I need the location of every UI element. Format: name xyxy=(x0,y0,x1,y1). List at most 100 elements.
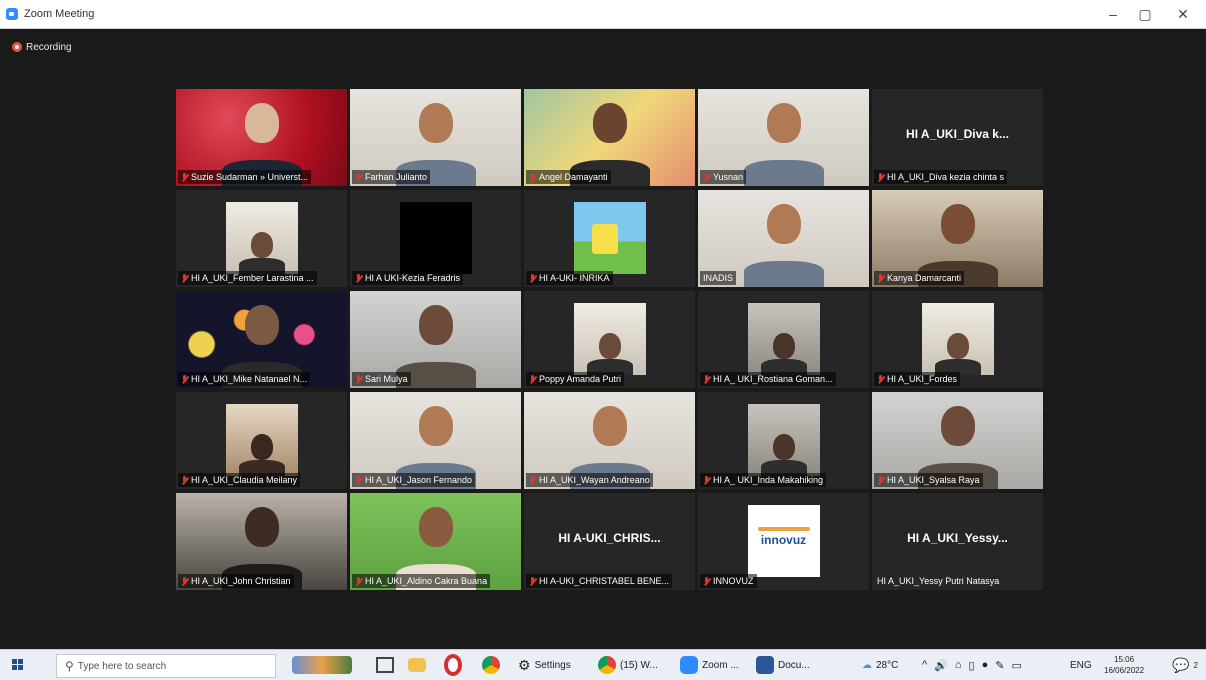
participant-tile[interactable]: HI A-UKI_CHRIS... HI A-UKI_CHRISTABEL BEN… xyxy=(524,493,695,590)
participant-name-tag: HI A_UKI_Wayan Andreano xyxy=(526,473,653,487)
participant-head xyxy=(250,232,273,258)
muted-mic-icon xyxy=(355,576,362,586)
participant-tile[interactable]: HI A_UKI_Claudia Meilany xyxy=(176,392,347,489)
participant-tile[interactable]: HI A-UKI- INRIKA xyxy=(524,190,695,287)
weather-temp: 28°C xyxy=(876,659,899,671)
participant-display-name: HI A-UKI_CHRIS... xyxy=(558,531,661,545)
participant-name: Sari Mulya xyxy=(365,374,408,384)
microphone-icon[interactable]: ● xyxy=(982,659,989,671)
opera-button[interactable] xyxy=(444,650,462,680)
muted-mic-icon xyxy=(529,576,536,586)
participant-tile[interactable]: INADIS xyxy=(698,190,869,287)
participant-tile[interactable]: HI A_UKI_Jason Fernando xyxy=(350,392,521,489)
participant-name-tag: HI A-UKI- INRIKA xyxy=(526,271,613,285)
participant-tile[interactable]: HI A_UKI_John Christian xyxy=(176,493,347,590)
participant-tile[interactable]: HI A UKI-Kezia Feradris xyxy=(350,190,521,287)
close-button[interactable]: ✕ xyxy=(1168,4,1198,24)
news-widget[interactable] xyxy=(292,650,352,680)
weather-icon: ☁ xyxy=(862,659,872,671)
participant-tile[interactable]: HI A_ UKI_Rostiana Goman... xyxy=(698,291,869,388)
participant-head xyxy=(418,406,453,446)
pen-icon[interactable]: ✎ xyxy=(995,659,1004,672)
participant-head xyxy=(940,204,975,244)
participant-name-tag: Yusnan xyxy=(700,170,747,184)
battery-icon[interactable]: ▯ xyxy=(969,659,975,672)
chrome-icon xyxy=(482,656,500,674)
taskbar-search[interactable]: ⚲ Type here to search xyxy=(56,654,276,678)
participant-tile[interactable]: HI A_UKI_Yessy... HI A_UKI_Yessy Putri Na… xyxy=(872,493,1043,590)
participant-tile[interactable]: Farhan Julianto xyxy=(350,89,521,186)
chevron-up-icon[interactable]: ^ xyxy=(922,659,927,671)
network-icon[interactable]: ⌂ xyxy=(955,659,962,671)
participant-name-tag: HI A_UKI_Claudia Meilany xyxy=(178,473,301,487)
participant-name-tag: INADIS xyxy=(700,271,737,285)
participant-display-name: HI A_UKI_Yessy... xyxy=(907,531,1008,545)
taskbar-clock[interactable]: 15:06 16/06/2022 xyxy=(1104,650,1144,680)
muted-mic-icon xyxy=(529,172,536,182)
participant-tile[interactable]: HI A_UKI_Mike Natanael N... xyxy=(176,291,347,388)
window-titlebar: Zoom Meeting – ▢ ✕ xyxy=(0,0,1206,29)
weather-widget[interactable]: ☁ 28°C xyxy=(862,650,898,680)
taskbar-app-word[interactable]: Docu... xyxy=(756,650,810,680)
system-tray[interactable]: ^ 🔊 ⌂ ▯ ● ✎ ▭ xyxy=(922,650,1022,680)
taskbar-app-zoom[interactable]: Zoom ... xyxy=(680,650,739,680)
participant-tile[interactable]: HI A_UKI_Wayan Andreano xyxy=(524,392,695,489)
participant-head xyxy=(244,305,279,345)
participant-name: Poppy Amanda Putri xyxy=(539,374,622,384)
participant-tile[interactable]: HI A_UKI_Syalsa Raya xyxy=(872,392,1043,489)
participant-tile[interactable]: innovuz INNOVUZ xyxy=(698,493,869,590)
participant-head xyxy=(598,333,621,359)
participant-name: INNOVUZ xyxy=(713,576,754,586)
participant-tile[interactable]: HI A_ UKI_Inda Makahiking xyxy=(698,392,869,489)
muted-mic-icon xyxy=(355,273,362,283)
start-button[interactable] xyxy=(12,650,24,680)
muted-mic-icon xyxy=(877,273,884,283)
taskbar-app-settings[interactable]: ⚙ Settings xyxy=(518,650,571,680)
participant-name: HI A_UKI_John Christian xyxy=(191,576,291,586)
logo-swoosh xyxy=(757,527,810,531)
participant-tile[interactable]: Kanya Damarcanti xyxy=(872,190,1043,287)
participant-head xyxy=(250,434,273,460)
restore-button[interactable]: ▢ xyxy=(1130,4,1160,24)
participant-name: Kanya Damarcanti xyxy=(887,273,962,283)
windows-taskbar: ⚲ Type here to search ⚙ Settings (15) W.… xyxy=(0,649,1206,680)
speaker-icon[interactable]: 🔊 xyxy=(934,659,948,672)
recording-indicator[interactable]: Recording xyxy=(12,40,72,54)
task-view-button[interactable] xyxy=(376,650,394,680)
participant-tile[interactable]: HI A_UKI_Aldino Cakra Buana xyxy=(350,493,521,590)
participant-name: HI A-UKI_CHRISTABEL BENE... xyxy=(539,576,670,586)
participant-head xyxy=(772,434,795,460)
participant-tile[interactable]: Angel Damayanti xyxy=(524,89,695,186)
participant-name: HI A_UKI_Wayan Andreano xyxy=(539,475,650,485)
muted-mic-icon xyxy=(877,172,884,182)
file-explorer-button[interactable] xyxy=(408,650,426,680)
participant-video xyxy=(747,404,820,476)
chrome-button[interactable] xyxy=(482,650,500,680)
participant-tile[interactable]: Yusnan xyxy=(698,89,869,186)
participant-name-tag: HI A_UKI_Fordes xyxy=(874,372,961,386)
task-view-icon xyxy=(376,657,394,673)
participant-tile[interactable]: Suzie Sudarman » Universt... xyxy=(176,89,347,186)
clock-time: 15:06 xyxy=(1114,655,1135,664)
minimize-button[interactable]: – xyxy=(1098,4,1128,24)
participant-tile[interactable]: HI A_UKI_Fember Larastina ... xyxy=(176,190,347,287)
participant-name-tag: Angel Damayanti xyxy=(526,170,611,184)
innovuz-logo: innovuz xyxy=(760,533,807,547)
recording-icon xyxy=(12,42,22,52)
participant-video xyxy=(399,202,472,274)
keyboard-icon[interactable]: ▭ xyxy=(1011,659,1021,672)
participant-tile[interactable]: HI A_UKI_Fordes xyxy=(872,291,1043,388)
participant-name: INADIS xyxy=(703,273,734,283)
participant-tile[interactable]: Poppy Amanda Putri xyxy=(524,291,695,388)
participant-tile[interactable]: HI A_UKI_Diva k... HI A_UKI_Diva kezia ch… xyxy=(872,89,1043,186)
participant-name-tag: Suzie Sudarman » Universt... xyxy=(178,170,312,184)
search-icon: ⚲ xyxy=(65,659,74,673)
notification-center-button[interactable]: 💬 2 xyxy=(1172,650,1198,680)
muted-mic-icon xyxy=(181,273,188,283)
participant-tile[interactable]: Sari Mulya xyxy=(350,291,521,388)
participant-head xyxy=(418,103,453,143)
language-indicator[interactable]: ENG xyxy=(1070,650,1092,680)
participant-video xyxy=(747,303,820,375)
taskbar-app-label: (15) W... xyxy=(620,659,658,671)
taskbar-app-chrome-window[interactable]: (15) W... xyxy=(598,650,658,680)
